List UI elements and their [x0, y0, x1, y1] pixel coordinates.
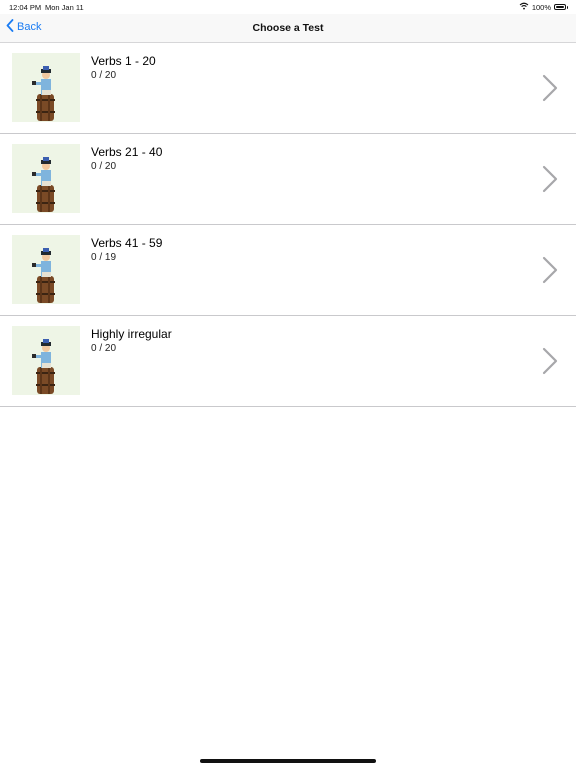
wifi-icon — [519, 2, 529, 12]
page-title: Choose a Test — [252, 22, 324, 34]
test-title: Verbs 21 - 40 — [91, 145, 163, 159]
test-progress: 0 / 20 — [91, 161, 117, 172]
navigation-bar: Back Choose a Test — [0, 14, 576, 43]
status-right: 100% — [519, 2, 568, 12]
list-item[interactable]: Verbs 21 - 40 0 / 20 — [0, 134, 576, 225]
home-indicator[interactable] — [200, 759, 376, 763]
sailor-on-barrel-image — [12, 144, 80, 213]
sailor-on-barrel-image — [12, 235, 80, 304]
test-progress: 0 / 20 — [91, 343, 117, 354]
test-title: Verbs 1 - 20 — [91, 54, 156, 68]
list-item[interactable]: Highly irregular 0 / 20 — [0, 316, 576, 407]
sailor-on-barrel-image — [12, 326, 80, 395]
test-title: Highly irregular — [91, 327, 172, 341]
test-title: Verbs 41 - 59 — [91, 236, 163, 250]
status-time: 12:04 PM — [9, 3, 42, 12]
chevron-right-icon — [540, 346, 560, 376]
sailor-on-barrel-image — [12, 53, 80, 122]
list-item[interactable]: Verbs 1 - 20 0 / 20 — [0, 43, 576, 134]
battery-icon — [554, 4, 568, 10]
status-date: Mon Jan 11 — [45, 3, 84, 12]
test-progress: 0 / 19 — [91, 252, 117, 263]
list-item[interactable]: Verbs 41 - 59 0 / 19 — [0, 225, 576, 316]
screen: 12:04 PM Mon Jan 11 100% Back Choose a T… — [0, 0, 576, 768]
chevron-right-icon — [540, 255, 560, 285]
test-list: Verbs 1 - 20 0 / 20 Verbs 21 - 40 0 / 20… — [0, 43, 576, 407]
chevron-right-icon — [540, 73, 560, 103]
chevron-right-icon — [540, 164, 560, 194]
test-progress: 0 / 20 — [91, 70, 117, 81]
status-bar: 12:04 PM Mon Jan 11 100% — [0, 0, 576, 14]
battery-percent: 100% — [531, 2, 551, 12]
